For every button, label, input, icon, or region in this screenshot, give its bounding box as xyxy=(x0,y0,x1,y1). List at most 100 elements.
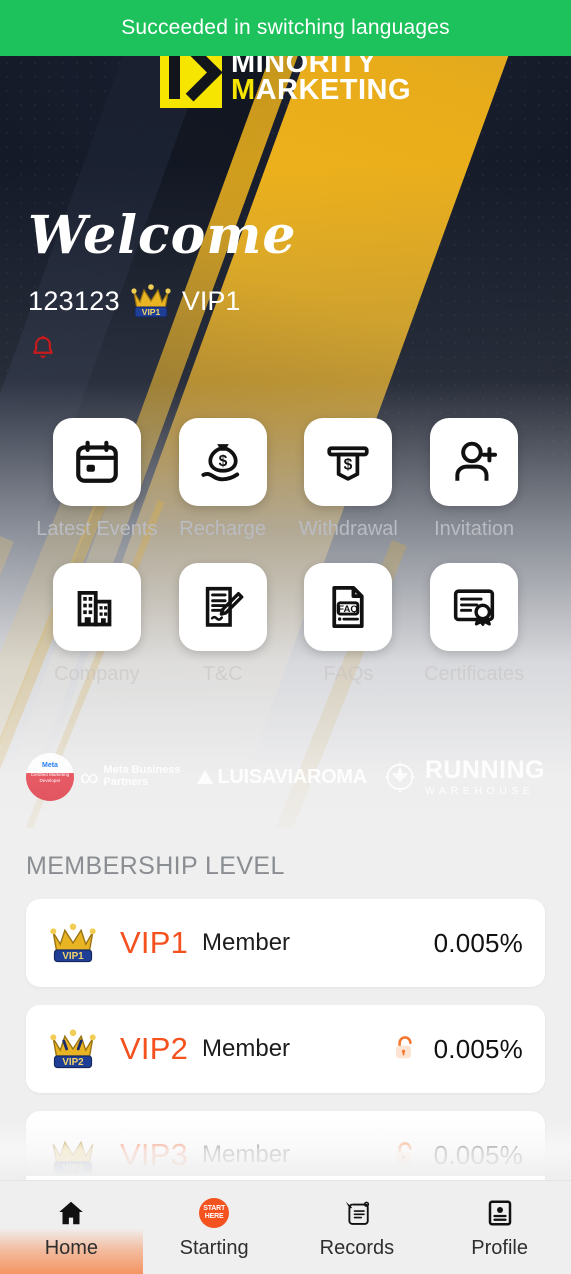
svg-text:$: $ xyxy=(344,457,353,474)
membership-level-rate: 0.005% xyxy=(433,1033,523,1064)
user-row: 123123 VIP1 VIP1 xyxy=(28,282,296,320)
user-vip-level: VIP1 xyxy=(181,285,241,316)
start-here-badge-icon: START HERE xyxy=(197,1196,231,1230)
quick-action-recharge[interactable]: $ Recharge xyxy=(160,418,286,541)
toast-text: Succeeded in switching languages xyxy=(121,16,450,39)
partner-luisaviaroma: LUISAVIAROMA xyxy=(196,765,368,789)
welcome-block: Welcome 123123 VIP1 VIP1 xyxy=(28,205,296,369)
quick-action-invitation[interactable]: Invitation xyxy=(411,418,537,541)
membership-level-name: VIP1 xyxy=(120,925,189,960)
hero-fade-overlay xyxy=(0,0,571,828)
svg-text:VIP1: VIP1 xyxy=(142,307,161,317)
quick-action-label: Withdrawal xyxy=(298,518,398,540)
calendar-icon xyxy=(76,440,118,483)
meta-seal-top: Meta xyxy=(41,762,58,769)
atm-cash-icon: $ xyxy=(327,446,369,481)
quick-action-faqs[interactable]: FAQ FAQs xyxy=(286,563,412,686)
user-vip-chip: VIP1 xyxy=(130,282,172,320)
meta-seal-icon: Meta Certified Marketing Developer xyxy=(25,753,74,801)
quick-action-label: Invitation xyxy=(434,518,515,540)
quick-action-label: Recharge xyxy=(179,518,266,540)
logo-line-2-accent: M xyxy=(230,74,256,106)
username-text: 123123 xyxy=(28,285,120,316)
nav-item-records[interactable]: Records xyxy=(286,1181,429,1274)
meta-infinity-icon: ∞ xyxy=(79,762,99,792)
person-add-icon xyxy=(455,441,498,481)
membership-level-name: VIP3 xyxy=(120,1137,189,1172)
membership-level-list: VIP1 VIP1 Member 0.005% VIP2 VIP2 Member xyxy=(0,899,571,1199)
home-icon xyxy=(54,1196,88,1230)
bottom-navigation: Home START HERE Starting Records Profile xyxy=(0,1180,571,1274)
triangle-icon xyxy=(196,770,213,784)
quick-action-grid: Latest Events $ Recharge $ Withdrawal In… xyxy=(0,418,571,686)
nav-label: Starting xyxy=(179,1236,249,1259)
quick-action-company[interactable]: Company xyxy=(34,563,160,686)
quick-action-tile[interactable]: $ xyxy=(304,418,393,506)
membership-level-rate: 0.005% xyxy=(433,927,523,958)
buildings-icon xyxy=(77,590,112,627)
quick-action-label: Company xyxy=(54,663,140,685)
membership-level-rate: 0.005% xyxy=(433,1139,523,1170)
partner-meta-business: Meta Certified Marketing Developer ∞ Met… xyxy=(25,753,181,801)
quick-action-withdrawal[interactable]: $ Withdrawal xyxy=(286,418,412,541)
partner-name-line1: RUNNING xyxy=(424,755,545,784)
hero-banner xyxy=(0,0,571,828)
nav-item-home[interactable]: Home xyxy=(0,1181,143,1274)
toast-message: Succeeded in switching languages xyxy=(0,0,571,56)
svg-text:FAQ: FAQ xyxy=(339,604,359,615)
membership-level-role: Member xyxy=(202,1141,291,1168)
partner-logos: Meta Certified Marketing Developer ∞ Met… xyxy=(0,748,571,806)
quick-action-tile[interactable] xyxy=(52,418,141,506)
quick-action-label: T&C xyxy=(202,663,243,685)
nav-item-starting[interactable]: START HERE Starting xyxy=(143,1181,286,1274)
id-card-icon xyxy=(483,1196,517,1230)
quick-action-certificates[interactable]: Certificates xyxy=(411,563,537,686)
scroll-pen-icon xyxy=(340,1196,374,1230)
membership-level-row[interactable]: VIP1 VIP1 Member 0.005% xyxy=(26,899,545,987)
partner-name-line2: Partners xyxy=(103,776,149,788)
logo-line-2: MARKETING xyxy=(230,74,412,106)
svg-text:VIP2: VIP2 xyxy=(62,1057,84,1068)
quick-action-tile[interactable] xyxy=(430,563,519,651)
partner-name-line2: WAREHOUSE xyxy=(424,784,535,797)
vip3-crown-icon: VIP3 xyxy=(52,1140,94,1174)
bell-icon[interactable] xyxy=(28,334,58,364)
start-badge-line2: HERE xyxy=(204,1212,224,1220)
money-bag-icon: $ xyxy=(201,444,239,482)
membership-section: MEMBERSHIP LEVEL VIP1 VIP1 Member 0.005% xyxy=(0,840,571,1199)
membership-level-name: VIP2 xyxy=(120,1031,189,1066)
faq-document-icon: FAQ xyxy=(332,585,364,629)
svg-text:$: $ xyxy=(218,453,227,470)
vip1-crown-icon: VIP1 xyxy=(50,923,96,962)
logo-wordmark: MINORITY MARKETING xyxy=(230,49,412,106)
quick-action-tile[interactable] xyxy=(52,563,141,651)
compass-icon xyxy=(384,761,416,793)
welcome-heading: Welcome xyxy=(28,205,297,266)
certificate-icon xyxy=(454,589,495,626)
nav-label: Home xyxy=(44,1236,99,1259)
quick-action-tile[interactable] xyxy=(430,418,519,506)
svg-text:VIP1: VIP1 xyxy=(62,951,84,962)
quick-action-label: Latest Events xyxy=(36,518,158,540)
membership-level-row[interactable]: VIP2 VIP2 Member 0.005% xyxy=(26,1005,545,1093)
logo-line-2-rest: ARKETING xyxy=(255,74,412,106)
vip1-crown-icon: VIP1 xyxy=(131,284,171,318)
partner-name-line1: LUISAVIAROMA xyxy=(217,765,368,788)
quick-action-tile[interactable]: $ xyxy=(178,418,267,506)
quick-action-label: FAQs xyxy=(323,663,374,685)
nav-label: Records xyxy=(319,1236,395,1259)
vip2-crown-icon: VIP2 xyxy=(50,1029,96,1068)
meta-business-wordmark: ∞ Meta Business Partners xyxy=(80,764,181,790)
membership-level-role: Member xyxy=(202,929,291,956)
nav-item-profile[interactable]: Profile xyxy=(428,1181,571,1274)
contract-pen-icon xyxy=(205,586,244,627)
quick-action-tile[interactable]: FAQ xyxy=(304,563,393,651)
quick-action-tc[interactable]: T&C xyxy=(160,563,286,686)
quick-action-tile[interactable] xyxy=(178,563,267,651)
nav-label: Profile xyxy=(471,1236,528,1259)
quick-action-label: Certificates xyxy=(424,663,525,685)
start-badge-line1: START xyxy=(203,1205,226,1213)
quick-action-latest-events[interactable]: Latest Events xyxy=(34,418,160,541)
unlock-icon xyxy=(395,1036,412,1059)
app-root: MINORITY MARKETING Succeeded in switchin… xyxy=(0,0,571,1274)
